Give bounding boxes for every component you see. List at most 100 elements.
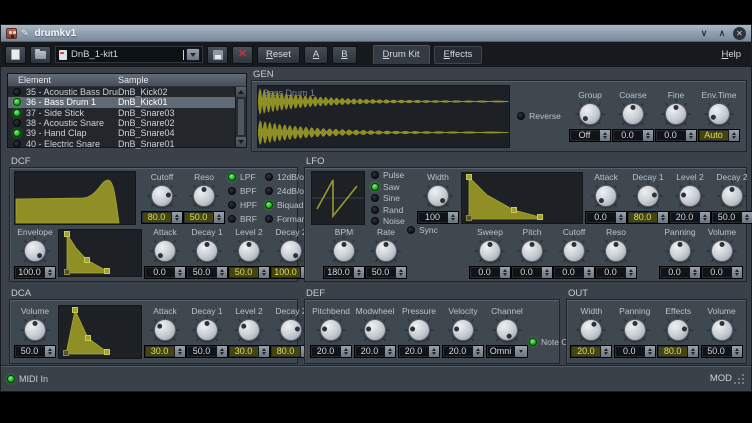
tab-drum-kit[interactable]: Drum Kit	[373, 45, 430, 64]
lfo-envelope-display[interactable]	[461, 172, 583, 224]
knob-decay-2[interactable]: Decay 250.0	[711, 172, 752, 224]
attack-value[interactable]: 0.0	[144, 266, 186, 279]
knob-env-time[interactable]: Env.TimeAuto	[698, 90, 740, 142]
width-value[interactable]: 20.0	[570, 345, 612, 358]
knob-decay-1[interactable]: Decay 180.0	[627, 172, 669, 224]
spinner-buttons[interactable]	[600, 346, 611, 357]
spinner-buttons[interactable]	[642, 130, 653, 141]
spinner-buttons[interactable]	[44, 267, 55, 278]
spinner-buttons[interactable]	[472, 346, 483, 357]
spinner-buttons[interactable]	[213, 212, 224, 223]
spinner-buttons[interactable]	[699, 212, 710, 223]
reso-value[interactable]: 50.0	[183, 211, 225, 224]
coarse-value[interactable]: 0.0	[612, 129, 654, 142]
spinner-buttons[interactable]	[689, 267, 700, 278]
spinner-buttons[interactable]	[44, 346, 55, 357]
maximize-button[interactable]: ∧	[715, 27, 729, 40]
knob-attack[interactable]: Attack30.0	[144, 306, 186, 358]
column-sample[interactable]: Sample	[118, 74, 246, 86]
cutoff-value[interactable]: 80.0	[141, 211, 183, 224]
volume-value[interactable]: 50.0	[701, 345, 743, 358]
attack-value[interactable]: 0.0	[585, 211, 627, 224]
knob-effects[interactable]: Effects80.0	[657, 306, 699, 358]
dca-envelope-display[interactable]	[58, 305, 142, 359]
filter-curve-display[interactable]	[14, 171, 136, 225]
cutoff-dial[interactable]	[147, 182, 177, 210]
compare-b-button[interactable]: B	[332, 46, 356, 64]
preset-combo[interactable]: DnB_1-kit1	[55, 46, 203, 63]
decay-1-dial[interactable]	[192, 316, 222, 344]
level-2-value[interactable]: 30.0	[228, 345, 270, 358]
env-time-dial[interactable]	[704, 100, 734, 128]
spinner-buttons[interactable]	[685, 130, 696, 141]
hpf-toggle[interactable]: HPF	[228, 200, 257, 210]
decay-1-value[interactable]: 80.0	[627, 211, 669, 224]
element-table[interactable]: Element Sample 35 - Acoustic Bass DrumDn…	[7, 73, 247, 148]
brf-toggle[interactable]: BRF	[228, 214, 257, 224]
width-value[interactable]: 100	[417, 211, 459, 224]
knob-rate[interactable]: Rate50.0	[365, 227, 407, 279]
element-scrollbar[interactable]	[235, 87, 246, 147]
knob-sweep[interactable]: Sweep0.0	[469, 227, 511, 279]
close-button[interactable]: ✕	[733, 27, 746, 40]
sine-toggle[interactable]: Sine	[371, 193, 417, 203]
group-dial[interactable]	[575, 100, 605, 128]
group-value[interactable]: Off	[569, 129, 611, 142]
spinner-buttons[interactable]	[447, 212, 458, 223]
save-preset-button[interactable]	[207, 46, 228, 64]
volume-value[interactable]: 0.0	[701, 266, 743, 279]
reset-button[interactable]: Reset	[257, 46, 300, 64]
knob-coarse[interactable]: Coarse0.0	[612, 90, 654, 142]
spinner-buttons[interactable]	[541, 267, 552, 278]
knob-decay-1[interactable]: Decay 150.0	[186, 227, 228, 279]
element-row[interactable]: 38 - Acoustic SnareDnB_Snare02	[8, 118, 235, 128]
spinner-buttons[interactable]	[731, 267, 742, 278]
level-2-dial[interactable]	[234, 237, 264, 265]
dcf-envelope-display[interactable]	[58, 229, 142, 277]
spinner-buttons[interactable]	[687, 346, 698, 357]
element-row[interactable]: 37 - Side StickDnB_Snare03	[8, 108, 235, 118]
preset-dropdown-button[interactable]	[186, 48, 200, 61]
knob-level-2[interactable]: Level 220.0	[669, 172, 711, 224]
attack-dial[interactable]	[150, 237, 180, 265]
reso-dial[interactable]	[601, 237, 631, 265]
level-2-dial[interactable]	[675, 182, 705, 210]
knob-velocity[interactable]: Velocity20.0	[441, 306, 485, 358]
knob-pitch[interactable]: Pitch0.0	[511, 227, 553, 279]
effects-value[interactable]: 80.0	[657, 345, 699, 358]
volume-dial[interactable]	[707, 237, 737, 265]
level-2-value[interactable]: 20.0	[669, 211, 711, 224]
spinner-buttons[interactable]	[615, 212, 626, 223]
reverse-toggle[interactable]: Reverse	[517, 111, 561, 121]
sweep-value[interactable]: 0.0	[469, 266, 511, 279]
coarse-dial[interactable]	[618, 100, 648, 128]
envelope-dial[interactable]	[20, 237, 50, 265]
fine-value[interactable]: 0.0	[655, 129, 697, 142]
spinner-buttons[interactable]	[384, 346, 395, 357]
saw-toggle[interactable]: Saw	[371, 182, 417, 192]
env-time-value[interactable]: Auto	[698, 129, 740, 142]
pressure-value[interactable]: 20.0	[398, 345, 440, 358]
spinner-buttons[interactable]	[731, 346, 742, 357]
spinner-buttons[interactable]	[644, 346, 655, 357]
gen-waveform-display[interactable]: Bass Drum 1	[257, 85, 510, 148]
decay-1-value[interactable]: 50.0	[186, 345, 228, 358]
new-preset-button[interactable]	[5, 46, 26, 64]
knob-reso[interactable]: Reso0.0	[595, 227, 637, 279]
knob-pressure[interactable]: Pressure20.0	[397, 306, 441, 358]
spinner-buttons[interactable]	[216, 267, 227, 278]
panning-dial[interactable]	[620, 316, 650, 344]
spinner-buttons[interactable]	[216, 346, 227, 357]
bpm-value[interactable]: 180.0	[323, 266, 365, 279]
knob-level-2[interactable]: Level 250.0	[228, 227, 270, 279]
cutoff-value[interactable]: 0.0	[553, 266, 595, 279]
resize-grip[interactable]	[742, 374, 744, 376]
scroll-up-button[interactable]	[236, 87, 246, 97]
decay-1-dial[interactable]	[633, 182, 663, 210]
knob-modwheel[interactable]: Modwheel20.0	[353, 306, 397, 358]
knob-attack[interactable]: Attack0.0	[585, 172, 627, 224]
spinner-buttons[interactable]	[728, 130, 739, 141]
spinner-buttons[interactable]	[499, 267, 510, 278]
knob-pitchbend[interactable]: Pitchbend20.0	[309, 306, 353, 358]
preset-name-input[interactable]: DnB_1-kit1	[71, 49, 182, 60]
